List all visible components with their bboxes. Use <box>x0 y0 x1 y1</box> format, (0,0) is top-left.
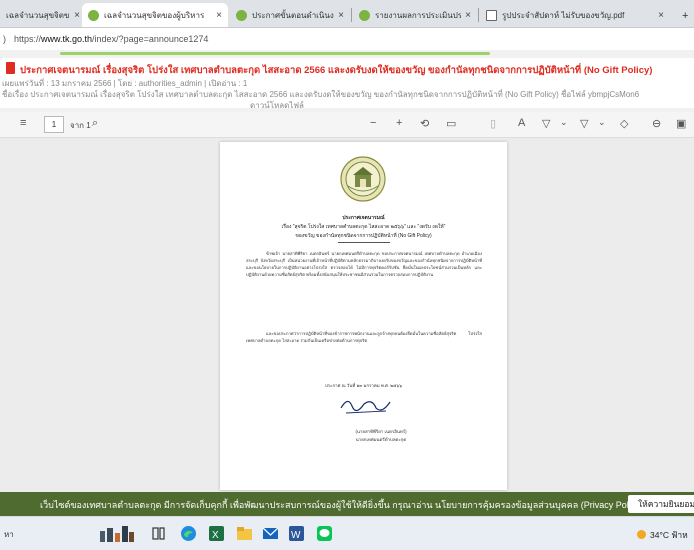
pdf-toolbar: ≡ ⌕ − + ⟲ ▭ ▯ A ▽ ⌄ ▽ ⌄ ◇ ⊖ ▣ <box>0 112 694 138</box>
highlight-options-chevron-icon[interactable]: ⌄ <box>598 117 606 128</box>
browser-tab-strip: เฉลจำนวนสุขจิตของผู้บริหาร × เฉลจำนวนสุข… <box>0 0 694 28</box>
notice-paragraph-1: ข้าพเจ้า นายสาทิพีริยา เนตรอินทร์ นายกเท… <box>246 251 482 277</box>
excel-icon[interactable]: X <box>208 525 225 542</box>
site-favicon-icon <box>236 10 247 21</box>
new-tab-button[interactable]: + <box>676 3 694 27</box>
print-icon[interactable]: ⊖ <box>652 117 661 130</box>
url-path: /index/?page=announce1274 <box>92 34 209 44</box>
close-tab-3-icon[interactable]: × <box>465 10 471 21</box>
tab-0[interactable]: เฉลจำนวนสุขจิตของผู้บริหาร × <box>0 3 86 27</box>
page-view-icon[interactable]: ▯ <box>490 117 496 130</box>
tab-1[interactable]: เฉลจำนวนสุขจิตของผู้บริหาร × <box>82 3 228 27</box>
svg-text:W: W <box>291 530 301 541</box>
close-tab-0-icon[interactable]: × <box>74 10 80 21</box>
close-tab-4-icon[interactable]: × <box>658 10 664 21</box>
zoom-in-button[interactable]: + <box>396 117 402 129</box>
notice-heading: ประกาศเจตนารมณ์ <box>342 215 385 221</box>
url-prefix: https:// <box>14 34 42 44</box>
document-icon <box>486 10 497 21</box>
draw-options-chevron-icon[interactable]: ⌄ <box>560 117 568 128</box>
task-view-icon[interactable] <box>150 525 167 542</box>
url-host: www.tk.go.th <box>41 34 93 44</box>
signer-title: นายกเทศมนตรีตำบลตะกุด <box>355 437 407 442</box>
edge-browser-icon[interactable] <box>180 525 197 542</box>
heading-divider <box>338 242 390 243</box>
document-title[interactable]: ประกาศเจตนารมณ์ เรื่องสุจริต โปร่งใส เทศ… <box>20 63 652 78</box>
page-number-input[interactable]: 1 <box>44 116 64 133</box>
read-aloud-icon[interactable]: A <box>518 117 525 129</box>
save-icon[interactable]: ▣ <box>676 117 686 130</box>
windows-taskbar: หา X W 34°C ฟ้าห <box>0 516 694 550</box>
page-count: จาก 1 <box>70 121 91 130</box>
weather-text: 34°C ฟ้าห <box>650 530 688 540</box>
cookie-consent-text: เว็บไซต์ของเทศบาลตำบลตะกุด มีการจัดเก็บค… <box>40 500 643 510</box>
zoom-out-button[interactable]: − <box>370 117 376 129</box>
site-favicon-icon <box>359 10 370 21</box>
municipal-seal-icon <box>340 156 386 202</box>
tab-3[interactable]: รายงานผลการประเมินประจำสัปดาห์ที่ × <box>353 3 477 27</box>
tab-4[interactable]: รูปประจำสัปดาห์ ไม่รับของขวัญ.pdf × <box>480 3 670 27</box>
notice-subject-cont: ของขวัญ ของกำนัลทุกชนิดจากการปฏิบัติหน้า… <box>295 233 432 239</box>
document-description: ชื่อเรื่อง ประกาศเจตนารมณ์ เรื่องสุจริต … <box>2 90 640 99</box>
site-favicon-icon <box>88 10 99 21</box>
close-tab-2-icon[interactable]: × <box>338 10 344 21</box>
accept-cookies-button[interactable]: ให้ความยินยอม <box>628 495 694 513</box>
address-bar[interactable]: ) https://www.tk.go.th/index/?page=annou… <box>0 28 694 50</box>
tab-2[interactable]: ประกาศขั้นตอนดำเนินงาน ประจำปีงบประ × <box>230 3 350 27</box>
close-tab-1-icon[interactable]: × <box>216 10 222 21</box>
cookie-consent-banner: เว็บไซต์ของเทศบาลตำบลตะกุด มีการจัดเก็บค… <box>0 492 694 516</box>
svg-text:X: X <box>212 530 219 541</box>
tab-3-label: รายงานผลการประเมินประจำสัปดาห์ที่ <box>375 11 461 20</box>
eraser-icon[interactable]: ◇ <box>620 117 628 130</box>
rotate-icon[interactable]: ⟲ <box>420 117 429 130</box>
signer-name: (นายสาทิพีริยา เนตรอินทร์) <box>355 429 407 434</box>
document-header: ประกาศเจตนารมณ์ เรื่องสุจริต โปร่งใส เทศ… <box>0 58 694 110</box>
taskbar-scenery-icon[interactable] <box>98 525 136 542</box>
notice-date: ประกาศ ณ วันที่ ๑๓ มกราคม พ.ศ. ๒๕๖๖ <box>324 383 403 388</box>
highlight-icon[interactable]: ▽ <box>580 117 588 130</box>
tab-2-label: ประกาศขั้นตอนดำเนินงาน ประจำปีงบประ <box>252 11 334 20</box>
notice-paragraph-2: และขอประกาศว่าการปฏิบัติหน้าที่ของข้าราช… <box>246 331 482 343</box>
signature-icon <box>340 400 391 414</box>
mail-icon[interactable] <box>262 525 279 542</box>
draw-icon[interactable]: ▽ <box>542 117 550 130</box>
pdf-page: ประกาศเจตนารมณ์ เรื่อง "สุจริต โปร่งใส เ… <box>220 142 507 490</box>
tab-1-label: เฉลจำนวนสุขจิตของผู้บริหาร <box>104 11 205 20</box>
tab-divider <box>351 8 352 22</box>
pdf-file-icon <box>6 62 15 74</box>
search-icon[interactable]: ⌕ <box>92 117 98 130</box>
tab-0-label: เฉลจำนวนสุขจิตของผู้บริหาร <box>6 11 70 20</box>
notice-subject: เรื่อง "สุจริต โปร่งใส เทศบาลตำบลตะกุด ไ… <box>281 224 446 230</box>
weather-widget[interactable]: 34°C ฟ้าห <box>637 528 688 542</box>
line-chat-icon[interactable] <box>316 525 333 542</box>
sun-icon <box>637 530 646 539</box>
menu-icon[interactable]: ≡ <box>20 117 26 129</box>
file-explorer-icon[interactable] <box>236 525 253 542</box>
tab-4-label: รูปประจำสัปดาห์ ไม่รับของขวัญ.pdf <box>502 11 625 20</box>
download-link[interactable]: ดาวน์โหลดไฟล์ <box>250 99 304 112</box>
taskbar-search[interactable]: หา <box>4 528 14 541</box>
loading-progress-bar <box>60 52 490 55</box>
word-icon[interactable]: W <box>288 525 305 542</box>
nav-fragment: ) <box>3 34 6 44</box>
fit-page-icon[interactable]: ▭ <box>446 117 456 130</box>
tab-divider <box>478 8 479 22</box>
